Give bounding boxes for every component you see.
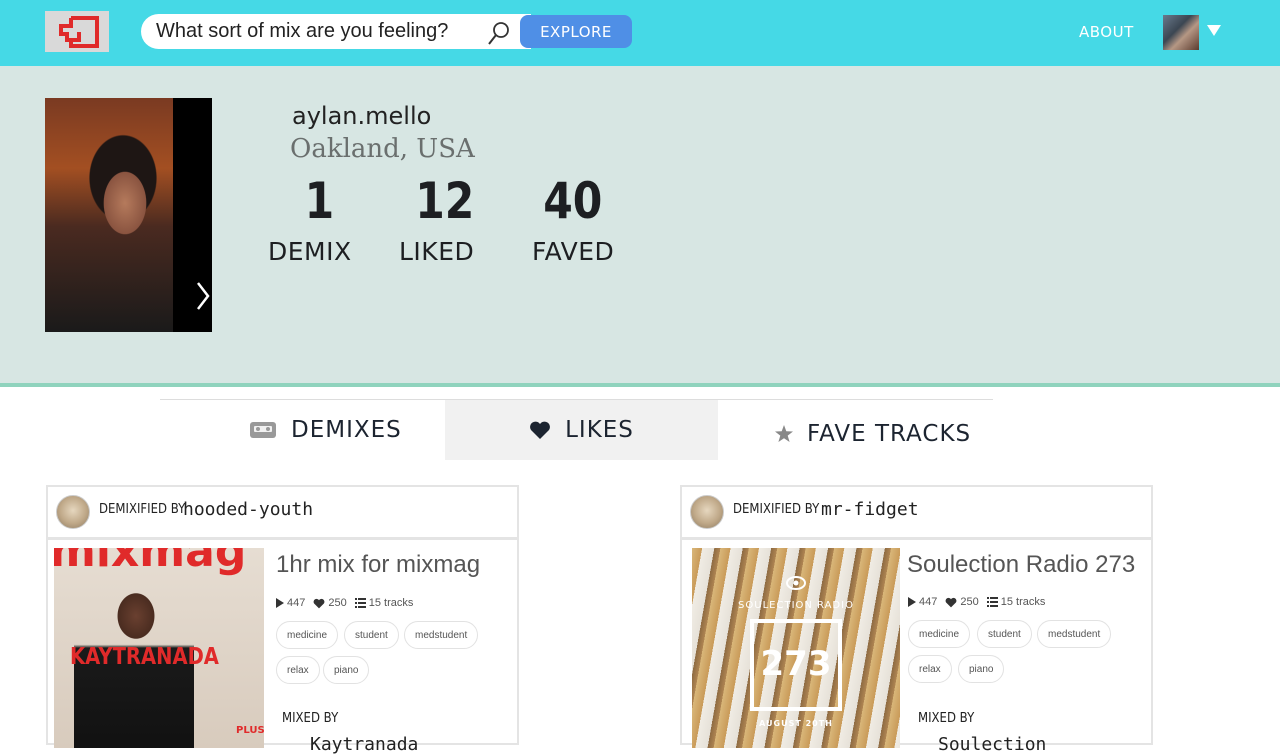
cover-number: 273 <box>760 644 832 684</box>
profile-header <box>0 66 1280 387</box>
play-icon <box>276 598 284 608</box>
cassette-icon <box>249 420 277 440</box>
profile-photo-image <box>45 98 173 332</box>
list-icon <box>354 598 366 608</box>
tab-fave-tracks-label: FAVE TRACKS <box>807 421 972 447</box>
mixed-by-label: MIXED BY <box>282 711 339 726</box>
play-count: 447 <box>276 597 305 609</box>
mix-cover[interactable]: mixmag KAYTRANADA PLUS <box>54 548 264 748</box>
tab-fave-tracks[interactable]: FAVE TRACKS <box>775 404 971 464</box>
tag-pill[interactable]: medicine <box>908 620 971 648</box>
track-count: 15 tracks <box>986 596 1045 608</box>
tag-pill[interactable]: student <box>977 620 1032 648</box>
demixified-by-label: DEMIXIFIED BY <box>99 502 186 517</box>
stat-demix-label: DEMIX <box>268 237 352 266</box>
profile-username: aylan.mello <box>292 102 432 130</box>
demixer-avatar[interactable] <box>690 495 724 529</box>
star-icon <box>775 425 793 443</box>
like-count: 250 <box>945 596 979 608</box>
mix-title[interactable]: 1hr mix for mixmag <box>276 551 480 579</box>
play-count: 447 <box>908 596 937 608</box>
stat-demix-count: 1 <box>304 172 335 230</box>
search-input[interactable] <box>156 14 486 49</box>
list-icon <box>986 597 998 607</box>
stat-liked-label: LIKED <box>399 237 475 266</box>
demixified-by-label: DEMIXIFIED BY <box>733 502 820 517</box>
tag-pill[interactable]: relax <box>276 656 320 684</box>
stat-faved-count: 40 <box>543 172 603 230</box>
chevron-down-icon[interactable] <box>1207 25 1221 36</box>
card-header: DEMIXIFIED BY mr-fidget <box>682 487 1151 540</box>
tag-pill[interactable]: piano <box>323 656 370 684</box>
profile-location: Oakland, USA <box>290 134 475 164</box>
tab-likes-label: LIKES <box>565 417 634 443</box>
explore-button[interactable]: EXPLORE <box>520 15 632 48</box>
tag-pill[interactable]: relax <box>908 655 952 683</box>
demixer-name[interactable]: hooded-youth <box>183 499 313 520</box>
top-nav-bar: EXPLORE ABOUT <box>0 0 1280 66</box>
heart-icon <box>313 598 325 608</box>
mixer-name[interactable]: Kaytranada <box>310 734 418 755</box>
mix-cover[interactable]: SOULECTION RADIO 273 AUGUST 20TH <box>692 548 900 748</box>
profile-photo <box>45 98 212 332</box>
cover-brand: SOULECTION RADIO <box>738 600 854 611</box>
about-link[interactable]: ABOUT <box>1079 23 1134 41</box>
chevron-right-icon[interactable] <box>195 281 211 311</box>
mix-card[interactable]: DEMIXIFIED BY hooded-youth mixmag KAYTRA… <box>46 485 519 755</box>
heart-icon <box>945 597 957 607</box>
cover-headline: KAYTRANADA <box>70 644 219 670</box>
soulection-logo-icon <box>786 576 806 590</box>
demixer-name[interactable]: mr-fidget <box>821 499 919 520</box>
heart-icon <box>529 420 551 440</box>
tag-pill[interactable]: medstudent <box>404 621 479 649</box>
tab-demixes-label: DEMIXES <box>291 417 402 443</box>
search-icon[interactable] <box>487 21 511 47</box>
tab-likes[interactable]: LIKES <box>445 400 718 460</box>
mix-meta: 447 250 15 tracks <box>908 596 1045 608</box>
mix-meta: 447 250 15 tracks <box>276 597 413 609</box>
mixed-by-label: MIXED BY <box>918 711 975 726</box>
tag-pill[interactable]: student <box>344 621 399 649</box>
mix-title[interactable]: Soulection Radio 273 <box>907 551 1135 579</box>
stat-faved-label: FAVED <box>532 237 615 266</box>
cover-masthead: mixmag <box>54 548 247 577</box>
card-header: DEMIXIFIED BY hooded-youth <box>48 487 517 540</box>
cover-plus: PLUS <box>236 725 264 736</box>
logo[interactable] <box>45 11 109 52</box>
search-box <box>141 14 531 49</box>
like-count: 250 <box>313 597 347 609</box>
tag-pill[interactable]: piano <box>958 655 1005 683</box>
mix-card[interactable]: DEMIXIFIED BY mr-fidget SOULECTION RADIO… <box>680 485 1153 755</box>
stat-liked-count: 12 <box>415 172 475 230</box>
logo-icon <box>59 16 99 48</box>
track-count: 15 tracks <box>354 597 413 609</box>
tab-demixes[interactable]: DEMIXES <box>249 400 402 460</box>
cover-date: AUGUST 20TH <box>759 719 833 728</box>
user-avatar[interactable] <box>1163 15 1199 50</box>
play-icon <box>908 597 916 607</box>
tag-pill[interactable]: medicine <box>276 621 339 649</box>
mixer-name[interactable]: Soulection <box>938 734 1046 755</box>
tag-pill[interactable]: medstudent <box>1037 620 1112 648</box>
demixer-avatar[interactable] <box>56 495 90 529</box>
